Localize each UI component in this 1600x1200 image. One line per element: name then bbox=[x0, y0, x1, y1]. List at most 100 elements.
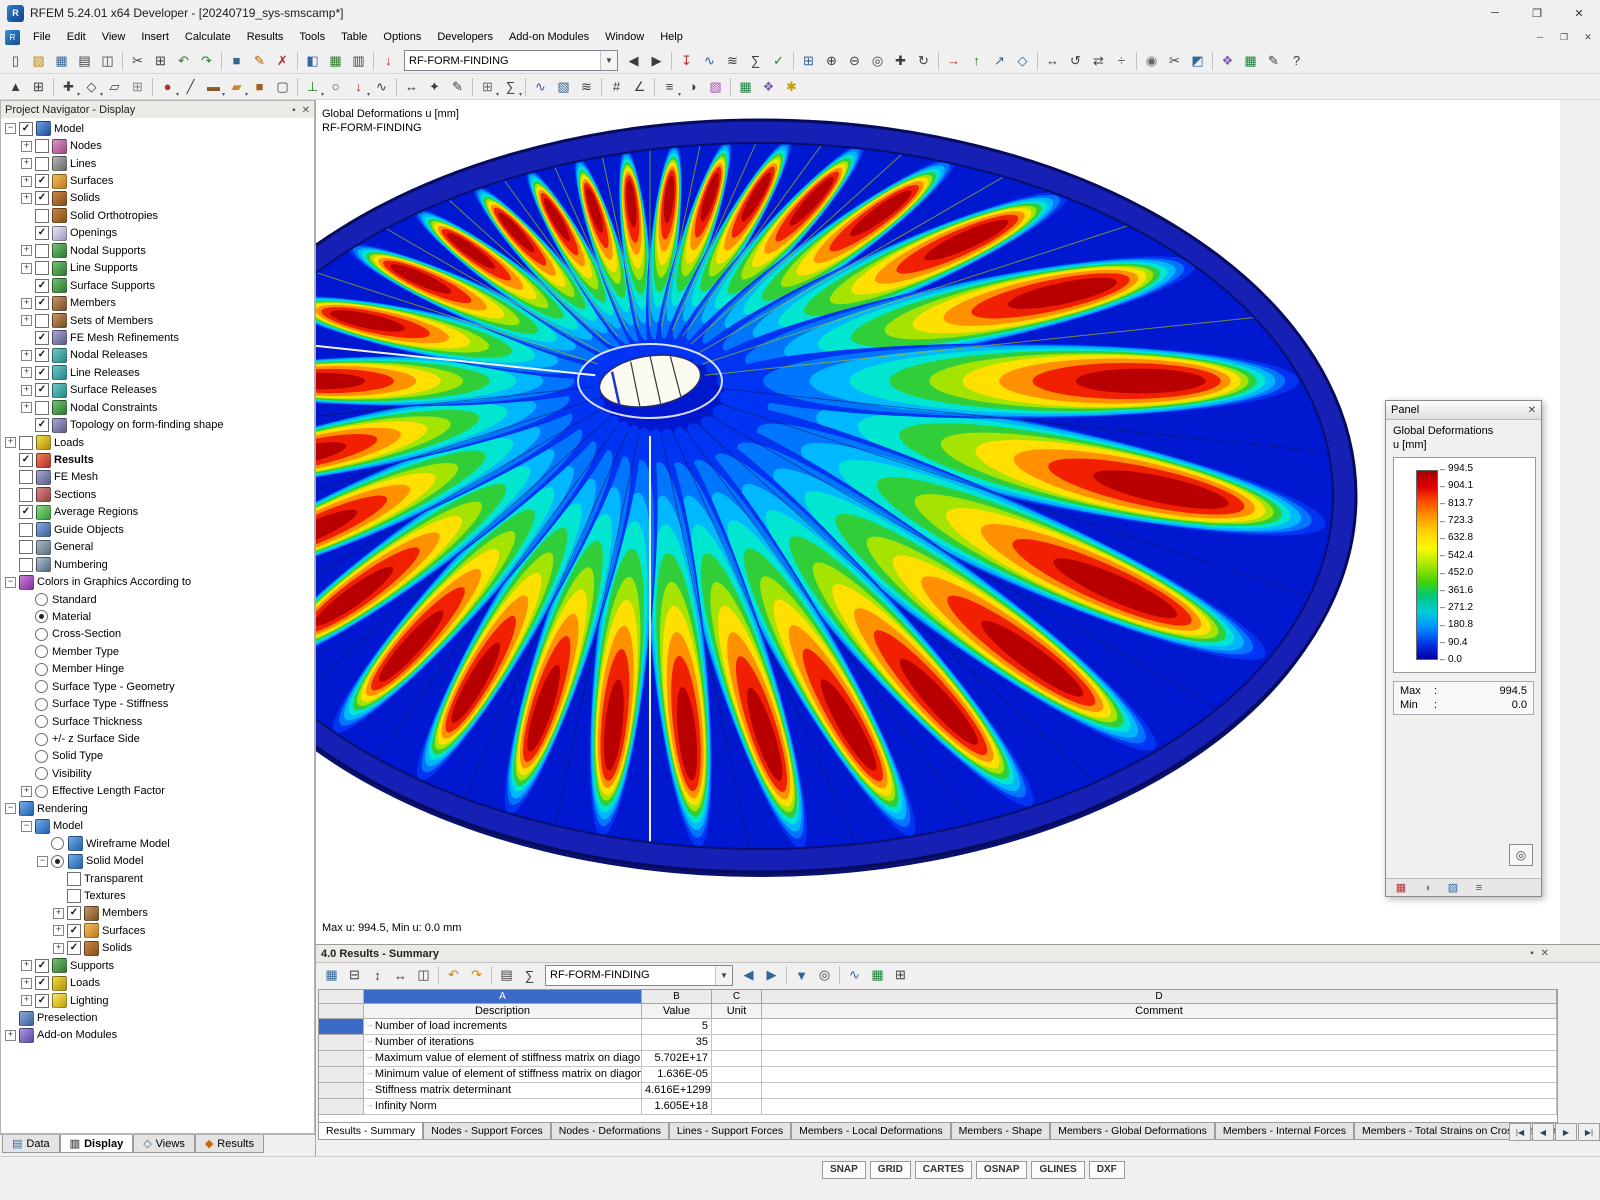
tree-item-material[interactable]: Material bbox=[1, 608, 314, 625]
chevron-down-icon[interactable]: ▼ bbox=[600, 51, 617, 70]
table-settings-icon[interactable]: ▦ bbox=[320, 964, 343, 987]
tree-item-surface-thickness[interactable]: Surface Thickness bbox=[1, 713, 314, 730]
check-model-icon[interactable]: ✓ bbox=[767, 49, 790, 72]
measure-angle-icon[interactable]: ∠ bbox=[628, 75, 651, 98]
menu-help[interactable]: Help bbox=[652, 26, 691, 48]
results-loadcase-combo[interactable]: RF-FORM-FINDING ▼ bbox=[545, 965, 733, 986]
checkbox[interactable]: ✓ bbox=[35, 191, 49, 205]
checkbox[interactable] bbox=[35, 157, 49, 171]
checkbox[interactable]: ✓ bbox=[35, 959, 49, 973]
menu-developers[interactable]: Developers bbox=[429, 26, 501, 48]
module-launcher-icon[interactable]: ❖ bbox=[757, 75, 780, 98]
table-row[interactable]: Number of iterations35 bbox=[319, 1035, 1557, 1051]
select-window-icon[interactable]: ⊞ bbox=[27, 75, 50, 98]
prev-table-button[interactable]: ◀ bbox=[1532, 1123, 1554, 1141]
expand-icon[interactable]: + bbox=[21, 298, 32, 309]
minimize-button[interactable]: ─ bbox=[1474, 0, 1516, 26]
menu-tools[interactable]: Tools bbox=[291, 26, 333, 48]
move-object-icon[interactable]: ↔ bbox=[1041, 49, 1064, 72]
text-annotation-icon[interactable]: ✎ bbox=[446, 75, 469, 98]
new-opening-icon[interactable]: ▢ bbox=[271, 75, 294, 98]
row-selector[interactable] bbox=[319, 1099, 364, 1115]
nav-tab-data[interactable]: ▤Data bbox=[2, 1135, 60, 1153]
last-table-button[interactable]: ▶| bbox=[1578, 1123, 1600, 1141]
rotate-view-icon[interactable]: ↻ bbox=[912, 49, 935, 72]
table-sum-icon[interactable]: ∑ bbox=[518, 964, 541, 987]
new-hinge-icon[interactable]: ○ bbox=[324, 75, 347, 98]
numbering-toggle-icon[interactable]: # bbox=[605, 75, 628, 98]
new-surface-icon[interactable]: ▰▾ bbox=[225, 75, 248, 98]
checkbox[interactable]: ✓ bbox=[35, 418, 49, 432]
panel-layers-icon[interactable]: ≡ bbox=[1470, 879, 1488, 896]
checkbox[interactable] bbox=[67, 872, 81, 886]
row-selector[interactable] bbox=[319, 1051, 364, 1067]
tree-item-solid-orthotropies[interactable]: Solid Orthotropies bbox=[1, 207, 314, 224]
nav-tab-views[interactable]: ◇Views bbox=[133, 1135, 195, 1153]
filter-results-icon[interactable]: ▼ bbox=[790, 964, 813, 987]
new-line-icon[interactable]: ╱ bbox=[179, 75, 202, 98]
checkbox[interactable]: ✓ bbox=[35, 331, 49, 345]
checkbox[interactable] bbox=[67, 889, 81, 903]
tree-item-general[interactable]: General bbox=[1, 539, 314, 556]
tree-item-surface-type-geometry[interactable]: Surface Type - Geometry bbox=[1, 678, 314, 695]
zoom-window-icon[interactable]: ⊞ bbox=[797, 49, 820, 72]
tree-item-member-hinge[interactable]: Member Hinge bbox=[1, 661, 314, 678]
tree-item-model[interactable]: −✓Model bbox=[1, 120, 314, 137]
checkbox[interactable]: ✓ bbox=[35, 226, 49, 240]
open-file-icon[interactable]: ▨ bbox=[27, 49, 50, 72]
tree-item-surfaces[interactable]: +✓Surfaces bbox=[1, 172, 314, 189]
fe-mesh-icon[interactable]: ⊞▾ bbox=[476, 75, 499, 98]
radio-button[interactable] bbox=[35, 628, 48, 641]
expand-icon[interactable]: + bbox=[21, 263, 32, 274]
plane-xy-icon[interactable]: ▱ bbox=[103, 75, 126, 98]
print-preview-icon[interactable]: ◫ bbox=[96, 49, 119, 72]
checkbox[interactable]: ✓ bbox=[19, 122, 33, 136]
generator-wizard-icon[interactable]: ✱ bbox=[780, 75, 803, 98]
close-icon[interactable]: ✕ bbox=[302, 105, 310, 116]
results-members-icon[interactable]: ∿ bbox=[529, 75, 552, 98]
table-row[interactable]: Minimum value of element of stiffness ma… bbox=[319, 1067, 1557, 1083]
tree-item-members[interactable]: +✓Members bbox=[1, 905, 314, 922]
next-table-button[interactable]: ▶ bbox=[1555, 1123, 1577, 1141]
expand-icon[interactable]: + bbox=[21, 245, 32, 256]
print-icon[interactable]: ▤ bbox=[73, 49, 96, 72]
radio-button[interactable] bbox=[35, 767, 48, 780]
table-calculator-icon[interactable]: ⊞ bbox=[889, 964, 912, 987]
delete-object-icon[interactable]: ✗ bbox=[271, 49, 294, 72]
pin-icon[interactable]: ▪ bbox=[1530, 948, 1534, 959]
clipping-plane-icon[interactable]: ✂ bbox=[1163, 49, 1186, 72]
checkbox[interactable]: ✓ bbox=[19, 505, 33, 519]
comment-icon[interactable]: ✎ bbox=[1262, 49, 1285, 72]
pin-icon[interactable]: ▪ bbox=[292, 105, 296, 116]
calculation-params-icon[interactable]: ∑▾ bbox=[499, 75, 522, 98]
checkbox[interactable] bbox=[19, 558, 33, 572]
fit-columns-icon[interactable]: ↔ bbox=[389, 964, 412, 987]
checkbox[interactable] bbox=[35, 139, 49, 153]
mdi-minimize-button[interactable]: ─ bbox=[1528, 27, 1552, 47]
checkbox[interactable] bbox=[19, 488, 33, 502]
zoom-out-icon[interactable]: ⊖ bbox=[843, 49, 866, 72]
tree-item-solids[interactable]: +✓Solids bbox=[1, 940, 314, 957]
add-on-module-icon[interactable]: ❖ bbox=[1216, 49, 1239, 72]
color-scale-icon[interactable]: ▧ bbox=[1444, 879, 1462, 896]
view-y-icon[interactable]: ↑ bbox=[965, 49, 988, 72]
tree-item-nodal-releases[interactable]: +✓Nodal Releases bbox=[1, 347, 314, 364]
new-solid-icon[interactable]: ■ bbox=[248, 75, 271, 98]
mdi-restore-button[interactable]: ❐ bbox=[1552, 27, 1576, 47]
tree-item--z-surface-side[interactable]: +/- z Surface Side bbox=[1, 730, 314, 747]
view-z-icon[interactable]: ↗ bbox=[988, 49, 1011, 72]
menu-table[interactable]: Table bbox=[333, 26, 375, 48]
results-tab-members-local-deformations[interactable]: Members - Local Deformations bbox=[791, 1123, 951, 1140]
tree-item-loads[interactable]: +Loads bbox=[1, 434, 314, 451]
tree-item-rendering[interactable]: −Rendering bbox=[1, 800, 314, 817]
excel-export-icon[interactable]: ▦ bbox=[734, 75, 757, 98]
tree-item-guide-objects[interactable]: Guide Objects bbox=[1, 521, 314, 538]
radio-button[interactable] bbox=[35, 645, 48, 658]
checkbox[interactable]: ✓ bbox=[35, 348, 49, 362]
checkbox[interactable] bbox=[19, 523, 33, 537]
panel-title-bar[interactable]: Panel ✕ bbox=[1386, 401, 1541, 420]
checkbox[interactable]: ✓ bbox=[35, 296, 49, 310]
column-letter-D[interactable]: D bbox=[762, 990, 1557, 1004]
tree-item-surfaces[interactable]: +✓Surfaces bbox=[1, 922, 314, 939]
checkbox[interactable]: ✓ bbox=[67, 941, 81, 955]
